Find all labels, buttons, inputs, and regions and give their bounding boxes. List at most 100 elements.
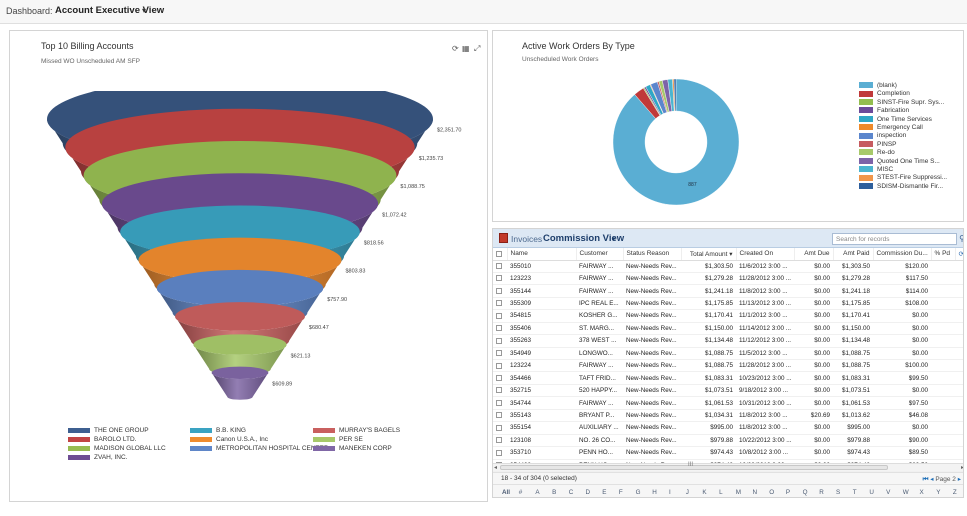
- scroll-thumb[interactable]: [500, 465, 888, 470]
- table-row[interactable]: 354815 KOSHER G... New-Needs Rev... $1,170.…: [493, 309, 963, 323]
- legend-item[interactable]: Canon U.S.A., Inc: [190, 436, 268, 443]
- alpha-filter-l[interactable]: L: [719, 489, 723, 496]
- chevron-down-icon[interactable]: ▾: [612, 235, 616, 243]
- table-row[interactable]: 353710 PENN HO... New-Needs Rev... $974.43 1…: [493, 446, 963, 460]
- alpha-filter-w[interactable]: W: [903, 489, 909, 496]
- next-page-icon[interactable]: ▸: [958, 476, 961, 483]
- legend-item[interactable]: Re-do: [859, 149, 895, 156]
- legend-item[interactable]: MADISON GLOBAL LLC: [68, 445, 166, 452]
- alpha-filter-t[interactable]: T: [853, 489, 857, 496]
- row-checkbox[interactable]: [493, 421, 507, 435]
- alpha-filter-e[interactable]: E: [602, 489, 606, 496]
- row-checkbox[interactable]: [493, 359, 507, 373]
- legend-item[interactable]: inspection: [859, 132, 906, 139]
- table-row[interactable]: 355010 FAIRWAY ... New-Needs Rev... $1,303.…: [493, 260, 963, 273]
- column-header[interactable]: % Pd: [931, 248, 956, 261]
- row-checkbox[interactable]: [493, 297, 507, 311]
- legend-item[interactable]: PINSP: [859, 141, 897, 148]
- horizontal-scrollbar[interactable]: ◂ III ▸: [493, 462, 963, 471]
- legend-item[interactable]: METROPOLITAN HOSPITAL CENTER: [190, 445, 329, 452]
- refresh-icon[interactable]: ⟳: [452, 44, 459, 53]
- scroll-left-icon[interactable]: ◂: [494, 464, 497, 471]
- table-row[interactable]: 355309 IPC REAL E... New-Needs Rev... $1,17…: [493, 297, 963, 311]
- search-input[interactable]: Search for records ⚲: [832, 233, 963, 245]
- alpha-filter-b[interactable]: B: [552, 489, 556, 496]
- legend-item[interactable]: MURRAY'S BAGELS: [313, 427, 400, 434]
- legend-item[interactable]: STEST-Fire Suppressi...: [859, 174, 947, 181]
- alpha-filter-all[interactable]: All: [502, 489, 510, 496]
- table-view-icon[interactable]: ▦: [462, 44, 470, 53]
- legend-item[interactable]: Fabrication: [859, 107, 909, 114]
- alpha-filter-v[interactable]: V: [886, 489, 890, 496]
- table-row[interactable]: 123108 NO. 26 CO... New-Needs Rev... $979.8…: [493, 434, 963, 448]
- row-checkbox[interactable]: [493, 384, 507, 398]
- row-checkbox[interactable]: [493, 446, 507, 460]
- table-row[interactable]: 123224 FAIRWAY ... New-Needs Rev... $1,088.…: [493, 359, 963, 373]
- column-header[interactable]: Commission Du...: [873, 248, 932, 261]
- legend-item[interactable]: MANEKEN CORP: [313, 445, 392, 452]
- alpha-filter-k[interactable]: K: [702, 489, 706, 496]
- column-header[interactable]: Customer: [576, 248, 624, 261]
- legend-item[interactable]: Completion: [859, 90, 910, 97]
- alpha-filter-x[interactable]: X: [920, 489, 924, 496]
- legend-item[interactable]: BAROLO LTD.: [68, 436, 137, 443]
- alpha-filter-p[interactable]: P: [786, 489, 790, 496]
- row-checkbox[interactable]: [493, 334, 507, 348]
- legend-item[interactable]: MISC: [859, 166, 893, 173]
- legend-item[interactable]: SDISM-Dismantle Fir...: [859, 183, 943, 190]
- alpha-filter-g[interactable]: G: [636, 489, 641, 496]
- column-header[interactable]: Name: [507, 248, 577, 261]
- legend-item[interactable]: THE ONE GROUP: [68, 427, 149, 434]
- row-checkbox[interactable]: [493, 284, 507, 298]
- column-header[interactable]: Created On: [736, 248, 795, 261]
- scroll-right-icon[interactable]: ▸: [961, 464, 963, 471]
- legend-item[interactable]: PER SE: [313, 436, 363, 443]
- legend-item[interactable]: Emergency Call: [859, 124, 923, 131]
- alpha-filter-c[interactable]: C: [569, 489, 574, 496]
- column-header[interactable]: Total Amount ▾: [681, 248, 737, 261]
- table-row[interactable]: 355154 AUXILIARY ... New-Needs Rev... $995.…: [493, 421, 963, 435]
- column-header[interactable]: Status Reason: [623, 248, 682, 261]
- alpha-filter-j[interactable]: J: [686, 489, 689, 496]
- legend-item[interactable]: ZVAH, INC.: [68, 454, 127, 461]
- table-row[interactable]: 355263 378 WEST ... New-Needs Rev... $1,134…: [493, 334, 963, 348]
- alpha-filter-f[interactable]: F: [619, 489, 623, 496]
- row-checkbox[interactable]: [493, 309, 507, 323]
- expand-icon[interactable]: ⤢: [474, 44, 480, 54]
- table-row[interactable]: 123223 FAIRWAY ... New-Needs Rev... $1,279.…: [493, 272, 963, 286]
- alpha-filter-u[interactable]: U: [869, 489, 874, 496]
- first-page-icon[interactable]: ⏮: [923, 476, 929, 483]
- dashboard-selector[interactable]: Account Executive View: [55, 5, 164, 16]
- table-row[interactable]: 354744 FAIRWAY ... New-Needs Rev... $1,061.…: [493, 396, 963, 410]
- table-row[interactable]: 354949 LONGWO... New-Needs Rev... $1,088.75…: [493, 347, 963, 361]
- chevron-down-icon[interactable]: ▾: [142, 6, 146, 15]
- table-row[interactable]: 355406 ST. MARG... New-Needs Rev... $1,150.…: [493, 322, 963, 336]
- legend-item[interactable]: B.B. KING: [190, 427, 246, 434]
- legend-item[interactable]: (blank): [859, 82, 897, 89]
- row-checkbox[interactable]: [493, 396, 507, 410]
- row-checkbox[interactable]: [493, 371, 507, 385]
- table-row[interactable]: 352715 520 HAPPY... New-Needs Rev... $1,073…: [493, 384, 963, 398]
- previous-page-icon[interactable]: ◂: [930, 476, 933, 483]
- table-row[interactable]: 354466 TAFT FRID... New-Needs Rev... $1,083…: [493, 371, 963, 385]
- legend-item[interactable]: One Time Services: [859, 116, 932, 123]
- select-all-checkbox[interactable]: [493, 248, 508, 261]
- row-checkbox[interactable]: [493, 347, 507, 361]
- search-icon[interactable]: ⚲: [959, 234, 963, 243]
- column-header[interactable]: Amt Paid: [833, 248, 874, 261]
- row-checkbox[interactable]: [493, 434, 507, 448]
- alpha-filter-i[interactable]: I: [669, 489, 671, 496]
- legend-item[interactable]: Quoted One Time S...: [859, 158, 940, 165]
- alpha-filter-a[interactable]: A: [535, 489, 539, 496]
- table-row[interactable]: 355144 FAIRWAY ... New-Needs Rev... $1,241.…: [493, 284, 963, 298]
- column-header[interactable]: Amt Due: [794, 248, 834, 261]
- refresh-icon[interactable]: ⟳: [955, 248, 963, 261]
- row-checkbox[interactable]: [493, 322, 507, 336]
- alpha-filter-d[interactable]: D: [586, 489, 591, 496]
- alpha-filter-m[interactable]: M: [736, 489, 741, 496]
- alpha-filter-hash[interactable]: #: [519, 489, 523, 496]
- alpha-filter-s[interactable]: S: [836, 489, 840, 496]
- alpha-filter-o[interactable]: O: [769, 489, 774, 496]
- alpha-filter-y[interactable]: Y: [936, 489, 940, 496]
- row-checkbox[interactable]: [493, 272, 507, 286]
